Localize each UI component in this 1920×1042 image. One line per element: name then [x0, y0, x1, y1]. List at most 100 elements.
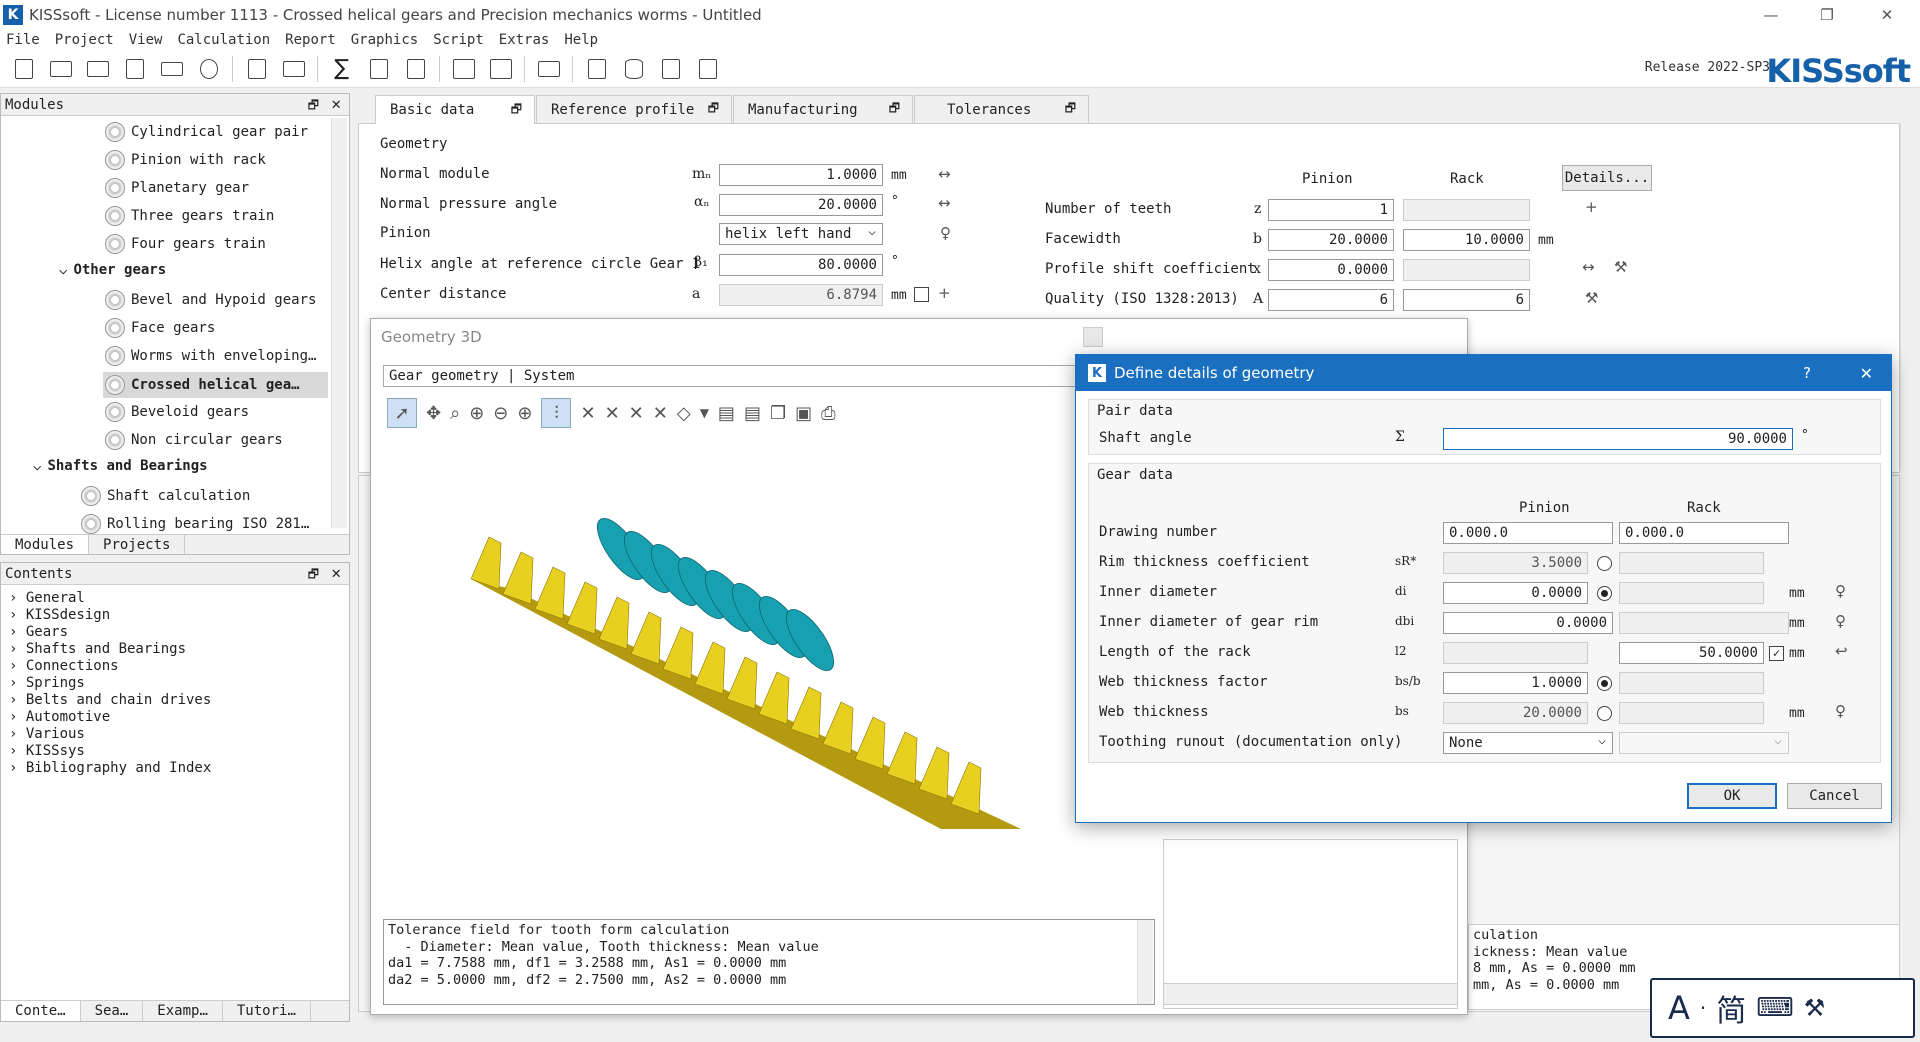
gear-3d-viewport[interactable]	[371, 439, 1071, 849]
export-icon[interactable]: ▤	[718, 403, 735, 424]
pinion-helix-select[interactable]: helix left hand	[719, 223, 883, 245]
menu-report[interactable]: Report	[285, 32, 336, 48]
center-distance-checkbox[interactable]	[914, 287, 929, 302]
inner-diameter-rim-pinion-input[interactable]: 0.0000	[1443, 612, 1613, 634]
drawing-number-rack-input[interactable]: 0.000.0	[1619, 522, 1789, 544]
contents-item[interactable]: › Connections	[9, 658, 119, 674]
minimize-button[interactable]: —	[1744, 0, 1798, 30]
open-project-icon[interactable]	[278, 53, 309, 84]
menu-project[interactable]: Project	[55, 32, 114, 48]
modules-scrollbar[interactable]	[331, 118, 347, 528]
pin-icon[interactable]: 🗗	[308, 96, 319, 117]
module-shaft-calculation[interactable]: Shaft calculation	[81, 486, 250, 506]
normal-module-input[interactable]: 1.0000	[719, 164, 883, 186]
center-distance-input[interactable]: 6.8794	[719, 284, 883, 306]
web-thickness-factor-radio[interactable]	[1597, 676, 1612, 691]
settings-sliders-icon[interactable]: ⫶	[541, 398, 572, 428]
report-edit-icon[interactable]	[400, 53, 431, 84]
menu-calculation[interactable]: Calculation	[177, 32, 270, 48]
sync-arrows-icon[interactable]: ↔	[938, 165, 951, 183]
database-icon[interactable]	[618, 53, 649, 84]
menu-help[interactable]: Help	[564, 32, 598, 48]
lightbulb-icon[interactable]: ♀	[1835, 702, 1846, 720]
module-planetary-gear[interactable]: Planetary gear	[105, 178, 249, 198]
script-icon[interactable]	[533, 53, 564, 84]
copy-icon[interactable]: ❐	[770, 403, 786, 424]
module-rolling-bearing[interactable]: Rolling bearing ISO 281…	[81, 514, 309, 534]
report-icon[interactable]	[363, 53, 394, 84]
new-file-icon[interactable]	[8, 53, 39, 84]
close-window-button[interactable]: ✕	[1860, 0, 1914, 30]
geometry-view-select[interactable]: Gear geometry | System	[383, 365, 1103, 387]
rim-thickness-radio[interactable]	[1597, 556, 1612, 571]
helix-angle-input[interactable]: 80.0000	[719, 254, 883, 276]
zoom-in-icon[interactable]: ⊕	[469, 403, 484, 424]
cube-view-icon[interactable]: ◇	[677, 403, 691, 424]
open-folder-icon[interactable]	[45, 53, 76, 84]
ok-button[interactable]: OK	[1687, 783, 1777, 809]
plus-icon[interactable]: +	[1585, 198, 1598, 216]
pin-icon[interactable]: 🗗	[308, 565, 319, 586]
save-icon[interactable]: ▣	[795, 403, 812, 424]
tab-basic-data[interactable]: Basic data 🗗	[375, 95, 535, 124]
calculator-icon[interactable]	[655, 53, 686, 84]
profile-shift-pinion-input[interactable]: 0.0000	[1268, 259, 1394, 281]
tab-modules[interactable]: Modules	[1, 535, 90, 554]
contents-item[interactable]: › KISSdesign	[9, 607, 110, 623]
module-non-circular[interactable]: Non circular gears	[105, 430, 283, 450]
view-iso-icon[interactable]: ✕	[653, 403, 668, 424]
select-pointer-icon[interactable]: ➚	[387, 398, 417, 428]
ime-toolbar[interactable]: A · 简 ⌨ ⚒	[1650, 978, 1915, 1038]
contents-item[interactable]: › General	[9, 590, 85, 606]
contents-item[interactable]: › Automotive	[9, 709, 110, 725]
print-icon[interactable]: ⎙	[821, 403, 835, 424]
tab-search[interactable]: Sea…	[81, 1001, 144, 1021]
tab-manufacturing[interactable]: Manufacturing 🗗	[733, 95, 913, 123]
toothing-runout-pinion-select[interactable]: None	[1443, 732, 1613, 754]
view-x-icon[interactable]: ✕	[580, 403, 595, 424]
wrench-icon[interactable]: ⚒	[1614, 258, 1627, 276]
tab-tolerances[interactable]: Tolerances 🗗	[914, 95, 1089, 123]
download-icon[interactable]	[581, 53, 612, 84]
pressure-angle-input[interactable]: 20.0000	[719, 194, 883, 216]
dialog-close-button[interactable]: ✕	[1860, 364, 1873, 383]
graphics-icon[interactable]	[448, 53, 479, 84]
tab-tutorials[interactable]: Tutori…	[223, 1001, 311, 1021]
contents-item[interactable]: › Belts and chain drives	[9, 692, 211, 708]
facewidth-pinion-input[interactable]: 20.0000	[1268, 229, 1394, 251]
calculate-sum-icon[interactable]: ∑	[326, 53, 357, 84]
new-project-icon[interactable]	[241, 53, 272, 84]
zoom-fit-icon[interactable]: ⊕	[517, 403, 532, 424]
sync-arrows-icon[interactable]: ↔	[938, 194, 951, 212]
rack-length-checkbox[interactable]: ✓	[1769, 646, 1784, 661]
sync-arrows-icon[interactable]: ↔	[1582, 258, 1595, 276]
keyboard-icon[interactable]: ⌨	[1756, 993, 1794, 1023]
facewidth-rack-input[interactable]: 10.0000	[1403, 229, 1530, 251]
drawing-number-pinion-input[interactable]: 0.000.0	[1443, 522, 1613, 544]
tree-group-other-gears[interactable]: ⌵ Other gears	[59, 262, 166, 278]
menu-view[interactable]: View	[129, 32, 163, 48]
module-bevel-hypoid[interactable]: Bevel and Hypoid gears	[105, 290, 316, 310]
module-crossed-helical-selected[interactable]: Crossed helical gea…	[103, 372, 328, 398]
contents-item[interactable]: › KISSsys	[9, 743, 85, 759]
plus-icon[interactable]: +	[938, 284, 951, 302]
rack-length-rack-input[interactable]: 50.0000	[1619, 642, 1764, 664]
module-four-gears-train[interactable]: Four gears train	[105, 234, 266, 254]
teeth-pinion-input[interactable]: 1	[1268, 199, 1394, 221]
module-beveloid-gears[interactable]: Beveloid gears	[105, 402, 249, 422]
main-scrollbar[interactable]	[1900, 123, 1918, 468]
window-icon[interactable]	[692, 53, 723, 84]
module-worms-enveloping[interactable]: Worms with enveloping…	[105, 346, 316, 366]
save-icon[interactable]	[119, 53, 150, 84]
details-button[interactable]: Details...	[1562, 165, 1652, 191]
menu-extras[interactable]: Extras	[499, 32, 550, 48]
contents-item[interactable]: › Various	[9, 726, 85, 742]
graphics-edit-icon[interactable]	[485, 53, 516, 84]
menu-graphics[interactable]: Graphics	[351, 32, 418, 48]
rim-thickness-pinion-input[interactable]: 3.5000	[1443, 552, 1588, 574]
contents-item[interactable]: › Springs	[9, 675, 85, 691]
zoom-window-icon[interactable]: ⌕	[450, 403, 460, 424]
contents-item[interactable]: › Shafts and Bearings	[9, 641, 186, 657]
wrench-icon[interactable]: ⚒	[1585, 289, 1598, 307]
cancel-button[interactable]: Cancel	[1787, 783, 1882, 809]
